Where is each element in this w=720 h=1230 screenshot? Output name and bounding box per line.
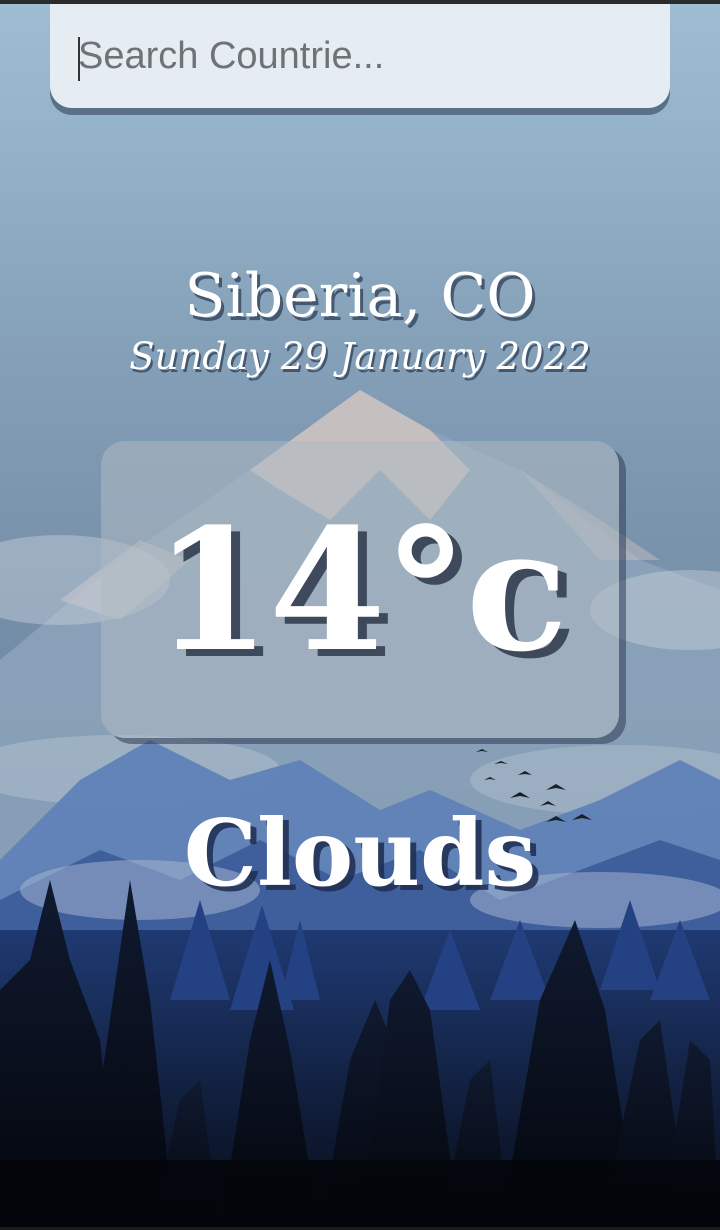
date-label: Sunday 29 January 2022: [129, 335, 591, 378]
weather-app: Siberia, CO Sunday 29 January 2022 14°c …: [0, 0, 720, 1230]
weather-condition: Clouds: [183, 799, 537, 907]
search-bar[interactable]: [50, 4, 670, 108]
text-cursor: [78, 37, 80, 81]
temperature-value: 14°c: [153, 490, 568, 689]
search-input[interactable]: [78, 30, 638, 82]
location-name: Siberia, CO: [184, 261, 536, 331]
temperature-card: 14°c: [101, 441, 619, 738]
